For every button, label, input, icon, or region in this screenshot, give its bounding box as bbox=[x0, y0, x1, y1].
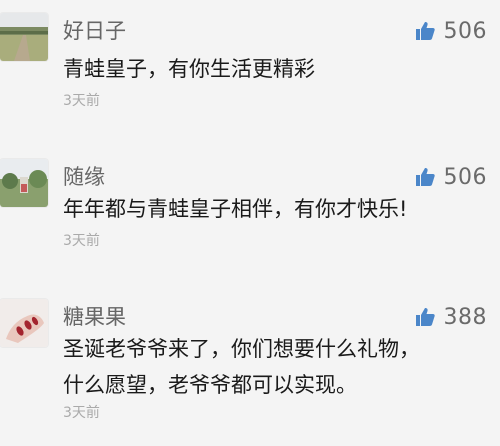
timestamp: 3天前 bbox=[63, 93, 100, 109]
comment-text-line: 青蛙皇子，有你生活更精彩 bbox=[63, 57, 315, 81]
like-count: 506 bbox=[443, 18, 487, 44]
road-landscape-avatar-icon bbox=[0, 13, 48, 61]
username[interactable]: 糖果果 bbox=[63, 304, 126, 330]
avatar[interactable] bbox=[0, 299, 48, 347]
timestamp: 3天前 bbox=[63, 405, 100, 421]
username[interactable]: 好日子 bbox=[63, 18, 126, 44]
comment-text: 圣诞老爷爷来了，你们想要什么礼物， 什么愿望，老爷爷都可以实现。 bbox=[63, 331, 488, 403]
timestamp: 3天前 bbox=[63, 233, 100, 249]
comment-text: 年年都与青蛙皇子相伴，有你才快乐! bbox=[63, 191, 488, 227]
comment-text: 青蛙皇子，有你生活更精彩 bbox=[63, 51, 488, 87]
comment-list: 好日子 506 青蛙皇子，有你生活更精彩 3天前 随缘 506 年年都与青蛙皇子… bbox=[0, 0, 500, 446]
comment-text-line: 什么愿望，老爷爷都可以实现。 bbox=[63, 373, 357, 397]
thumbs-up-icon bbox=[415, 21, 435, 41]
thumbs-up-icon bbox=[415, 167, 435, 187]
username[interactable]: 随缘 bbox=[63, 164, 105, 190]
avatar[interactable] bbox=[0, 13, 48, 61]
thumbs-up-icon bbox=[415, 307, 435, 327]
like-button[interactable]: 388 bbox=[415, 303, 488, 331]
hand-red-nails-avatar-icon bbox=[0, 299, 48, 347]
like-count: 506 bbox=[443, 164, 487, 190]
like-count: 388 bbox=[443, 304, 487, 330]
like-button[interactable]: 506 bbox=[415, 163, 488, 191]
comment-text-line: 年年都与青蛙皇子相伴，有你才快乐! bbox=[63, 197, 408, 221]
like-button[interactable]: 506 bbox=[415, 17, 488, 45]
avatar[interactable] bbox=[0, 159, 48, 207]
comment-text-line: 圣诞老爷爷来了，你们想要什么礼物， bbox=[63, 337, 420, 361]
park-scene-avatar-icon bbox=[0, 159, 48, 207]
